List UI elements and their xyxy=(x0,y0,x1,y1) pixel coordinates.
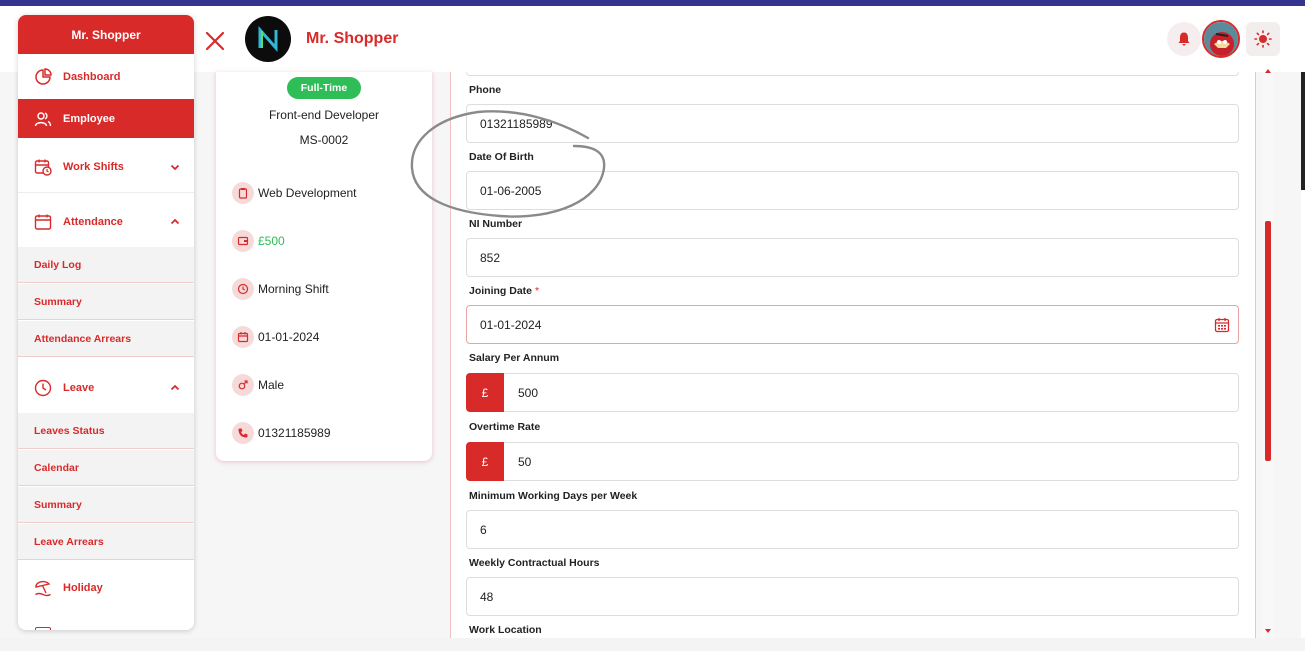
clock-icon xyxy=(34,379,52,396)
calendar-picker-icon[interactable] xyxy=(1214,317,1230,333)
sidebar-subitem-daily-log[interactable]: Daily Log xyxy=(18,247,194,283)
sidebar-item-label: Leave xyxy=(63,381,95,394)
overtime-label: Overtime Rate xyxy=(469,421,541,433)
joining-date-label-text: Joining Date xyxy=(469,285,533,297)
profile-department: Web Development xyxy=(232,182,357,204)
weekly-hours-label: Weekly Contractual Hours xyxy=(469,557,600,569)
currency-prefix: £ xyxy=(466,442,504,481)
sidebar-subitem-attendance-arrears[interactable]: Attendance Arrears xyxy=(18,321,194,357)
profile-joining-date: 01-01-2024 xyxy=(232,326,319,348)
profile-shift: Morning Shift xyxy=(232,278,329,300)
brand-logo xyxy=(245,16,291,62)
overtime-rate-field[interactable]: £ 50 xyxy=(466,442,1239,481)
beach-umbrella-icon xyxy=(35,580,51,596)
wallet-icon xyxy=(232,230,254,252)
currency-prefix: £ xyxy=(466,373,504,412)
joining-date-text: 01-01-2024 xyxy=(258,330,320,344)
male-icon xyxy=(232,374,254,396)
scrollbar-thumb[interactable] xyxy=(1265,221,1271,461)
salary-label: Salary Per Annum xyxy=(469,352,560,364)
bottom-strip xyxy=(0,638,1305,651)
employee-id: MS-0002 xyxy=(299,133,349,147)
sidebar-item-attendance[interactable]: Attendance xyxy=(18,199,194,244)
employment-type-badge: Full-Time xyxy=(287,77,361,99)
date-of-birth-field[interactable]: 01-06-2005 xyxy=(466,171,1239,210)
header-app-title: Mr. Shopper xyxy=(306,30,399,47)
sidebar-item-dashboard[interactable]: Dashboard xyxy=(18,54,194,99)
employee-form-panel xyxy=(450,72,1256,638)
window-edge xyxy=(1301,190,1305,638)
gender-text: Male xyxy=(258,378,285,392)
users-icon xyxy=(34,111,52,126)
ni-number-field[interactable]: 852 xyxy=(466,238,1239,277)
required-mark: * xyxy=(534,285,540,297)
department-text: Web Development xyxy=(258,186,357,200)
profile-salary: £500 xyxy=(232,230,285,252)
shift-text: Morning Shift xyxy=(258,282,329,296)
employee-role: Front-end Developer xyxy=(268,108,380,122)
min-working-days-field[interactable]: 6 xyxy=(466,510,1239,549)
user-avatar[interactable] xyxy=(1202,20,1240,58)
sidebar-subitem-summary[interactable]: Summary xyxy=(18,487,194,523)
sidebar-item-work-shifts[interactable]: Work Shifts xyxy=(18,144,194,189)
scroll-up-icon[interactable] xyxy=(1264,67,1272,75)
clipboard-icon xyxy=(232,182,254,204)
window-edge xyxy=(1301,72,1305,190)
notification-bell-icon[interactable] xyxy=(1167,22,1201,56)
sidebar-subitem-leave-arrears[interactable]: Leave Arrears xyxy=(18,524,194,560)
overtime-value: 50 xyxy=(518,454,532,469)
weekly-hours-field[interactable]: 48 xyxy=(466,577,1239,616)
app-header xyxy=(0,6,1305,72)
previous-field-edge xyxy=(466,72,1239,76)
joining-date-field[interactable]: 01-01-2024 xyxy=(466,305,1239,344)
close-menu-icon[interactable] xyxy=(204,30,226,52)
salary-field[interactable]: £ 500 xyxy=(466,373,1239,412)
phone-icon xyxy=(232,422,254,444)
theme-toggle-sun-icon[interactable] xyxy=(1246,22,1280,56)
work-location-label: Work Location xyxy=(469,624,542,636)
joining-date-value: 01-01-2024 xyxy=(480,317,542,332)
ni-number-label: NI Number xyxy=(469,218,523,230)
sidebar-subitem-calendar[interactable]: Calendar xyxy=(18,450,194,486)
sidebar-item-label: Attendance xyxy=(63,215,123,228)
profile-gender: Male xyxy=(232,374,284,396)
pie-chart-icon xyxy=(35,67,52,85)
min-days-label: Minimum Working Days per Week xyxy=(469,490,638,502)
sidebar-subitem-summary[interactable]: Summary xyxy=(18,284,194,320)
clock-icon xyxy=(232,278,254,300)
employee-profile-card xyxy=(216,72,432,461)
chevron-down-icon xyxy=(170,164,180,170)
phone-text: 01321185989 xyxy=(258,426,331,440)
phone-label: Phone xyxy=(469,84,502,96)
sidebar-item-label: Work Shifts xyxy=(63,160,124,173)
sidebar-brand: Mr. Shopper xyxy=(18,15,194,54)
calendar-icon xyxy=(232,326,254,348)
dob-label: Date Of Birth xyxy=(469,151,534,163)
chevron-up-icon xyxy=(170,218,180,224)
scroll-down-icon[interactable] xyxy=(1264,627,1272,635)
sidebar-item-label: Employee xyxy=(63,112,115,125)
salary-value: 500 xyxy=(518,385,539,400)
divider xyxy=(18,192,194,193)
sidebar-item-leave[interactable]: Leave xyxy=(18,365,194,410)
sidebar-item-holiday[interactable]: Holiday xyxy=(18,565,194,610)
chevron-up-icon xyxy=(170,384,180,390)
sidebar: Mr. Shopper Dashboard Employee Work Shif… xyxy=(18,15,194,630)
salary-text: £500 xyxy=(258,234,285,248)
sidebar-subitem-leaves-status[interactable]: Leaves Status xyxy=(18,413,194,449)
phone-field[interactable]: 01321185989 xyxy=(466,104,1239,143)
sidebar-item-label: Dashboard xyxy=(63,70,121,83)
profile-phone: 01321185989 xyxy=(232,422,331,444)
sidebar-item-employee[interactable]: Employee xyxy=(18,99,194,138)
joining-date-label: Joining Date * xyxy=(469,285,539,297)
calendar-icon xyxy=(34,214,52,230)
sidebar-next-item-icon xyxy=(35,627,51,630)
calendar-clock-icon xyxy=(34,159,52,176)
sidebar-item-label: Holiday xyxy=(63,581,103,594)
